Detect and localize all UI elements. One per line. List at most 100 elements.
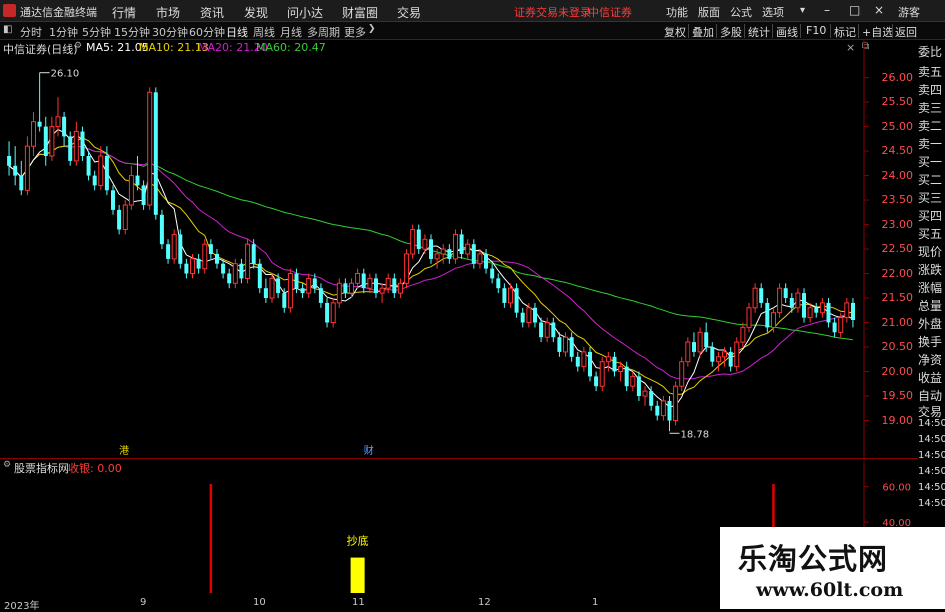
- menu-discover[interactable]: 发现: [244, 4, 268, 21]
- candle-body: [728, 351, 733, 367]
- price-tick-label: 22.00: [881, 266, 914, 280]
- candle-body: [355, 273, 361, 284]
- tab-intraday[interactable]: 分时: [20, 24, 42, 40]
- adjust-button[interactable]: 复权: [664, 24, 686, 40]
- quote-side-panel: 委比 卖五 卖四 卖三 卖二 卖一 买一 买二 买三 买四 买五 现价 涨跌 涨…: [918, 41, 945, 425]
- tab-more[interactable]: 更多: [344, 24, 366, 40]
- candle-body: [685, 341, 691, 363]
- side-auto[interactable]: 自动: [918, 387, 942, 404]
- candle-body: [104, 156, 109, 191]
- tab-60min[interactable]: 60分钟: [189, 24, 225, 40]
- maximize-icon[interactable]: □: [849, 3, 860, 17]
- candle-body: [826, 302, 831, 323]
- candle-body: [838, 317, 844, 333]
- price-tick-label: 21.00: [881, 315, 914, 329]
- dropdown-icon[interactable]: ▾: [800, 5, 805, 16]
- candle-body: [147, 91, 153, 206]
- menu-layout[interactable]: 版面: [698, 4, 720, 20]
- menu-function[interactable]: 功能: [666, 4, 688, 20]
- candle-body: [563, 336, 568, 353]
- draw-button[interactable]: 画线: [776, 24, 798, 40]
- menu-market[interactable]: 市场: [156, 4, 180, 21]
- mark-button[interactable]: 标记: [834, 24, 856, 40]
- price-tick-label: 23.50: [881, 193, 914, 207]
- candle-body: [575, 356, 580, 367]
- candle-body: [704, 332, 709, 347]
- candle-body: [765, 302, 770, 328]
- side-volume: 总量: [918, 299, 943, 313]
- side-bid4: 买四: [918, 209, 943, 223]
- candle-body: [440, 248, 446, 255]
- candle-body: [502, 288, 507, 303]
- candle-body: [642, 390, 648, 397]
- candle-body: [447, 249, 452, 259]
- overlay-button[interactable]: 叠加: [692, 24, 714, 40]
- login-notice[interactable]: 证券交易未登录: [514, 4, 591, 20]
- candle-body: [551, 322, 556, 338]
- candle-body: [276, 278, 281, 294]
- back-button[interactable]: 返回: [895, 24, 917, 40]
- candle-body: [429, 239, 433, 259]
- guest-user[interactable]: 游客: [898, 4, 920, 20]
- menu-wealth[interactable]: 财富圈: [342, 4, 378, 21]
- candle-body: [239, 263, 244, 279]
- f10-button[interactable]: F10: [806, 24, 826, 37]
- add-watchlist-button[interactable]: +自选: [862, 24, 893, 40]
- tab-monthly[interactable]: 月线: [280, 24, 302, 40]
- price-tick-label: 21.50: [881, 291, 914, 305]
- side-bid5: 买五: [918, 227, 943, 241]
- menu-trade[interactable]: 交易: [397, 4, 421, 21]
- app-logo-icon: [3, 4, 16, 17]
- side-bid3: 买三: [918, 191, 943, 205]
- candle-body: [263, 288, 268, 298]
- more-chevron-icon[interactable]: ❯: [368, 24, 376, 34]
- candle-body: [73, 131, 79, 162]
- menu-quotes[interactable]: 行情: [112, 4, 136, 21]
- candle-body: [330, 302, 336, 323]
- price-tick-label: 24.00: [881, 168, 914, 182]
- candle-body: [715, 356, 721, 363]
- candle-body: [159, 214, 164, 245]
- candle-body: [153, 92, 158, 215]
- tab-daily[interactable]: 日线: [226, 24, 248, 40]
- tab-5min[interactable]: 5分钟: [82, 24, 111, 40]
- stats-button[interactable]: 统计: [748, 24, 770, 40]
- site-watermark: 乐淘公式网 www.60lt.com: [720, 527, 945, 609]
- candle-body: [612, 356, 617, 372]
- tab-30min[interactable]: 30分钟: [152, 24, 188, 40]
- candle-body: [851, 302, 855, 320]
- minimize-icon[interactable]: –: [824, 3, 830, 17]
- candle-body: [734, 341, 740, 368]
- candle-body: [557, 337, 562, 352]
- candle-body: [453, 233, 458, 260]
- candle-body: [312, 278, 317, 289]
- tab-1min[interactable]: 1分钟: [49, 24, 78, 40]
- candle-body: [630, 375, 636, 387]
- collapse-icon[interactable]: ◧: [3, 24, 12, 35]
- candle-body: [722, 351, 727, 358]
- date-label: 2023年: [4, 601, 40, 612]
- price-tick-label: 24.50: [881, 144, 914, 158]
- candle-body: [667, 400, 672, 421]
- multi-stock-button[interactable]: 多股: [720, 24, 742, 40]
- candle-body: [62, 116, 67, 137]
- side-change: 涨跌: [918, 263, 943, 277]
- close-icon[interactable]: ×: [874, 3, 884, 17]
- side-ask2: 卖二: [918, 119, 943, 133]
- menu-formula[interactable]: 公式: [730, 4, 752, 20]
- app-title: 通达信金融终端: [20, 6, 97, 19]
- menu-ask[interactable]: 问小达: [287, 4, 323, 21]
- candle-body: [496, 278, 501, 289]
- candle-body: [789, 298, 794, 308]
- candlestick-chart[interactable]: 26.10 18.78 港 财: [0, 40, 918, 460]
- tab-multi-period[interactable]: 多周期: [307, 24, 340, 40]
- tab-weekly[interactable]: 周线: [253, 24, 275, 40]
- date-label: 12: [478, 597, 491, 608]
- candle-body: [410, 229, 416, 255]
- tab-15min[interactable]: 15分钟: [114, 24, 150, 40]
- candle-body: [471, 244, 476, 264]
- date-label: 9: [140, 597, 147, 608]
- menu-options[interactable]: 选项: [762, 4, 784, 20]
- candle-body: [349, 282, 354, 294]
- menu-news[interactable]: 资讯: [200, 4, 224, 21]
